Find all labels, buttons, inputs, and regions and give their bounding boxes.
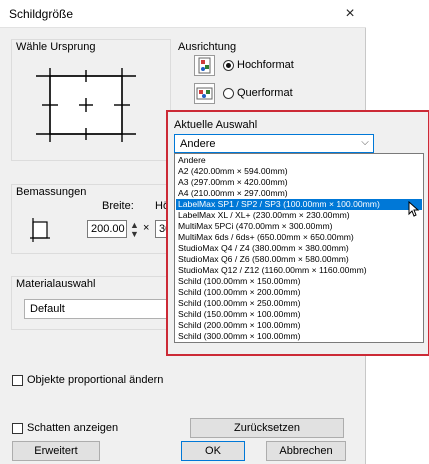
landscape-orientation-icon [194, 83, 215, 104]
origin-label: Wähle Ursprung [16, 41, 96, 53]
material-label: Materialauswahl [16, 278, 96, 290]
sign-preview-icon [30, 218, 50, 242]
width-spin-up-icon[interactable]: ▲ [130, 221, 139, 230]
landscape-radio[interactable] [223, 88, 234, 99]
width-label: Breite: [102, 200, 134, 212]
advanced-button[interactable]: Erweitert [12, 441, 100, 461]
width-field[interactable]: 200.00 [87, 220, 127, 238]
width-spin-down-icon[interactable]: ▼ [130, 230, 139, 239]
highlight-frame [166, 110, 429, 356]
times-symbol: × [143, 222, 150, 234]
cancel-button[interactable]: Abbrechen [266, 441, 346, 461]
proportional-label: Objekte proportional ändern [27, 374, 164, 386]
dialog-title: Schildgröße [9, 7, 74, 21]
portrait-radio[interactable] [223, 60, 234, 71]
mouse-pointer-icon [408, 201, 420, 217]
portrait-label: Hochformat [237, 59, 294, 71]
portrait-orientation-icon [194, 55, 215, 76]
shadow-label: Schatten anzeigen [27, 422, 119, 434]
dimensions-label: Bemassungen [16, 186, 87, 198]
ok-button[interactable]: OK [181, 441, 245, 461]
landscape-label: Querformat [237, 87, 293, 99]
reset-button[interactable]: Zurücksetzen [190, 418, 344, 438]
orientation-label: Ausrichtung [178, 41, 237, 53]
proportional-checkbox[interactable] [12, 375, 23, 386]
material-select[interactable]: Default [24, 299, 169, 319]
shadow-checkbox[interactable] [12, 423, 23, 434]
origin-grid-icon[interactable] [30, 68, 142, 142]
close-icon[interactable]: × [340, 4, 360, 24]
